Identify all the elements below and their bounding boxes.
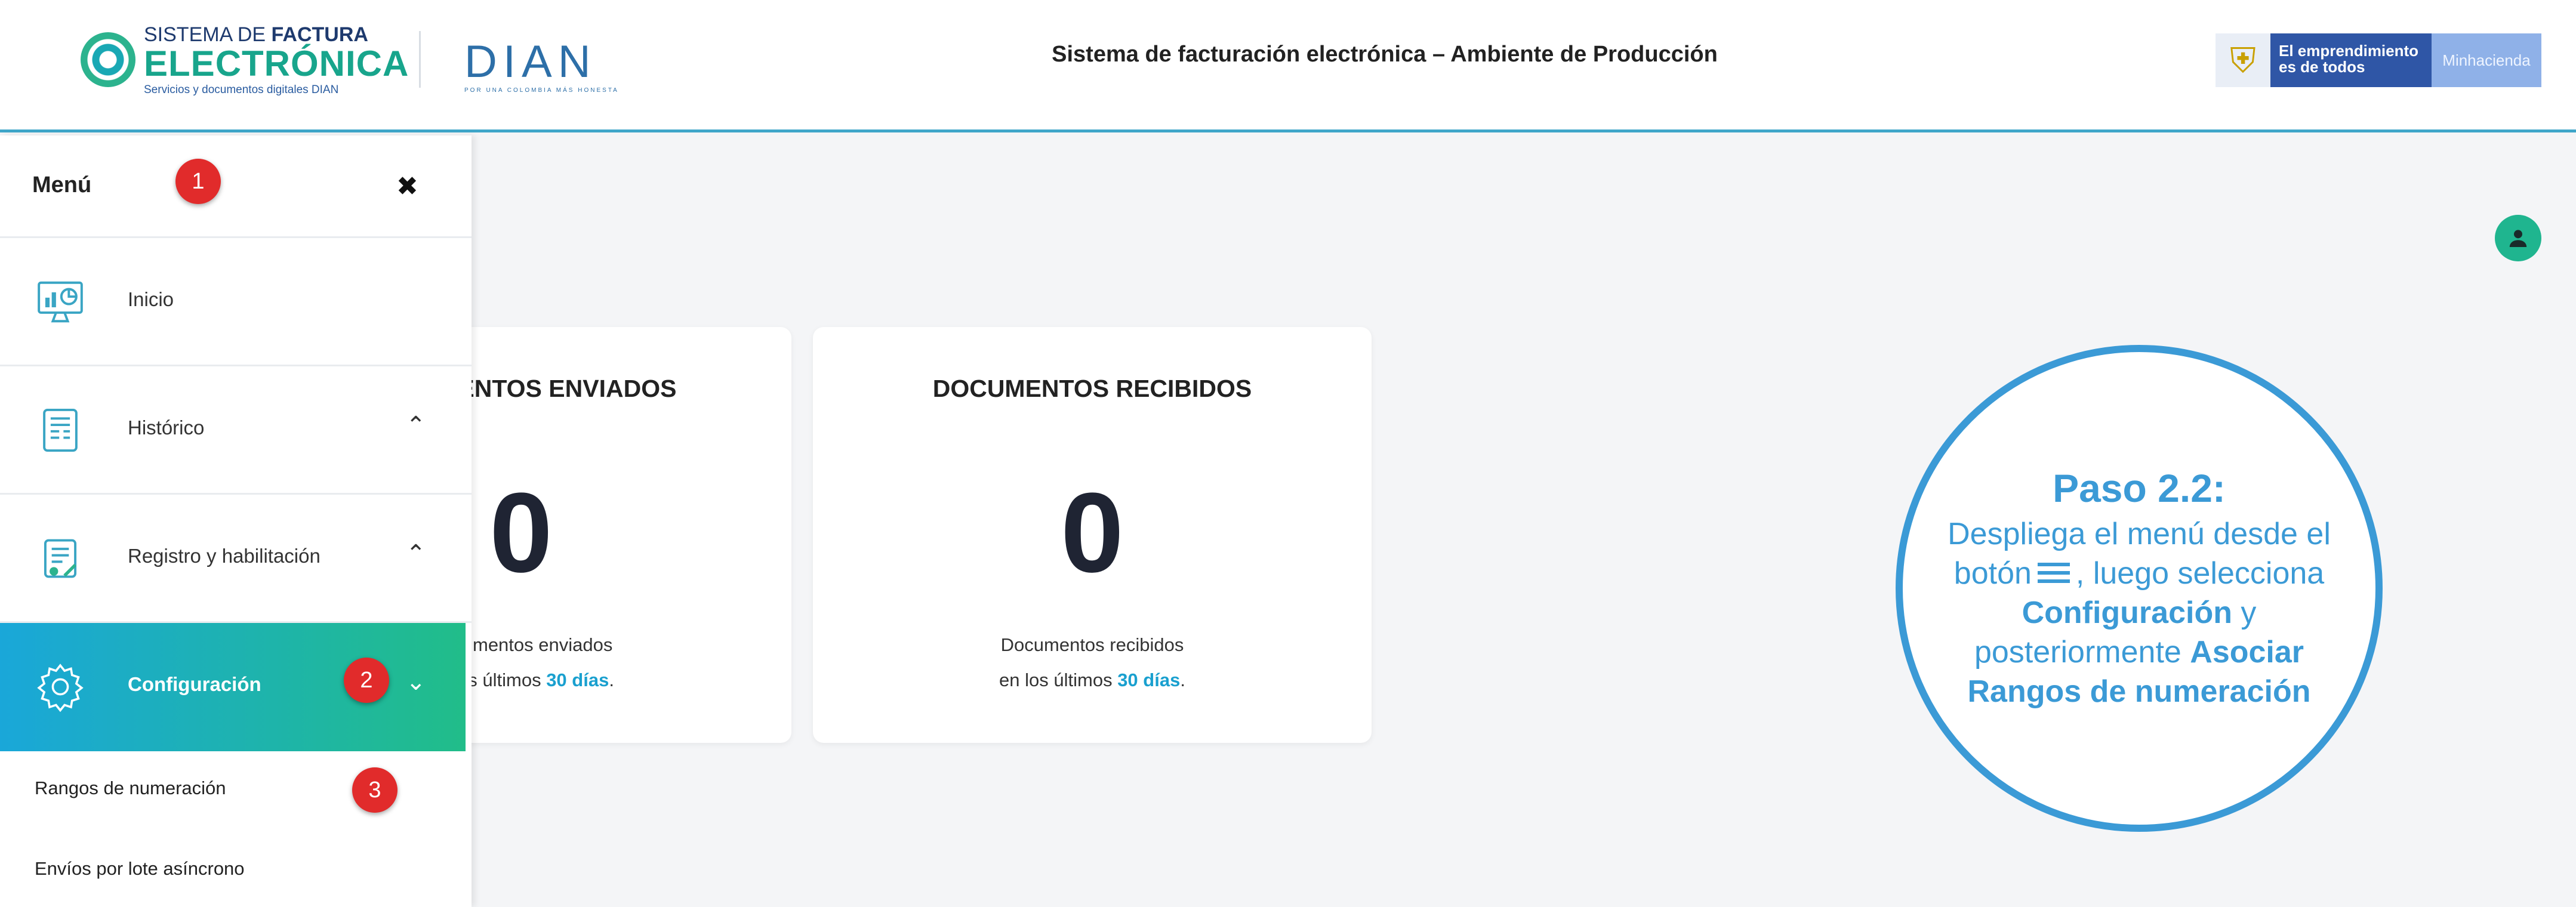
menu-title: Menú <box>32 172 92 198</box>
logo-line1-b: FACTURA <box>271 23 368 46</box>
sidebar-menu: Menú ✖ Inicio Histórico ⌃ Registro y hab… <box>0 135 472 907</box>
card-caption-days: 30 días <box>1117 670 1181 690</box>
logo-line1-a: SISTEMA DE <box>144 23 272 46</box>
sidebar-item-historico[interactable]: Histórico ⌃ <box>0 366 472 495</box>
sidebar-item-label: Configuración <box>128 673 261 695</box>
sidebar-item-label: Registro y habilitación <box>128 545 321 567</box>
card-caption-suffix: . <box>1180 670 1185 690</box>
menu-header: Menú ✖ <box>0 135 472 238</box>
top-header: SISTEMA DE FACTURA ELECTRÓNICA Servicios… <box>0 0 2576 132</box>
card-count: 0 <box>1061 470 1124 596</box>
dian-logo[interactable]: DIAN POR UNA COLOMBIA MÁS HONESTA <box>464 39 619 94</box>
hamburger-icon <box>2037 562 2070 583</box>
colombia-shield-icon: ⛨ <box>2216 33 2270 87</box>
document-list-icon <box>43 408 78 452</box>
chevron-up-icon: ⌃ <box>406 540 426 567</box>
dashboard-icon <box>38 281 83 323</box>
card-caption-prefix: en los últimos <box>999 670 1118 690</box>
sidebar-item-configuracion[interactable]: Configuración ⌄ <box>0 623 466 751</box>
card-caption-suffix: . <box>609 670 614 690</box>
sistema-factura-electronica-logo[interactable]: SISTEMA DE FACTURA ELECTRÓNICA Servicios… <box>81 24 409 96</box>
card-title: DOCUMENTOS RECIBIDOS <box>932 375 1252 402</box>
sidebar-item-registro-habilitacion[interactable]: Registro y habilitación ⌃ <box>0 495 472 623</box>
fingerprint-logo-icon <box>81 32 135 87</box>
header-divider <box>419 31 421 88</box>
instruction-callout: Paso 2.2: Despliega el menú desde el bot… <box>1896 345 2383 832</box>
user-icon <box>2509 230 2527 247</box>
registration-icon <box>44 539 77 578</box>
brand-line2: es de todos <box>2279 58 2365 76</box>
sidebar-item-inicio[interactable]: Inicio <box>0 238 472 366</box>
dian-wordmark: DIAN <box>464 36 597 87</box>
sidebar-item-label: Histórico <box>128 417 205 439</box>
chevron-down-icon: ⌄ <box>406 668 426 696</box>
gear-icon <box>37 664 84 712</box>
minhacienda-brand: ⛨ El emprendimiento es de todos Minhacie… <box>2216 33 2541 87</box>
submenu-item-rangos-numeracion[interactable]: Rangos de numeración <box>35 778 226 799</box>
callout-bold1: Configuración <box>2022 595 2232 630</box>
step-badge-2: 2 <box>344 658 389 703</box>
sidebar-item-label: Inicio <box>128 288 174 310</box>
user-profile-button[interactable] <box>2495 215 2541 261</box>
chevron-up-icon: ⌃ <box>406 412 426 439</box>
brand-ministry: Minhacienda <box>2432 33 2541 87</box>
card-documentos-recibidos: DOCUMENTOS RECIBIDOS 0 Documentos recibi… <box>813 327 1372 743</box>
card-caption-days: 30 días <box>546 670 609 690</box>
callout-text2: , luego selecciona <box>2075 556 2325 591</box>
callout-heading: Paso 2.2: <box>2053 465 2226 510</box>
step-badge-3: 3 <box>352 767 398 813</box>
step-badge-1: 1 <box>175 159 221 204</box>
logo-line2: ELECTRÓNICA <box>144 43 409 84</box>
logo-line3: Servicios y documentos digitales DIAN <box>144 83 339 96</box>
brand-line1: El emprendimiento <box>2279 42 2419 60</box>
page-title: Sistema de facturación electrónica – Amb… <box>1052 42 1718 67</box>
card-caption: Documentos recibidos <box>1000 634 1184 655</box>
submenu-item-envios-lote[interactable]: Envíos por lote asíncrono <box>35 858 245 880</box>
close-icon[interactable]: ✖ <box>396 171 418 202</box>
dian-tagline: POR UNA COLOMBIA MÁS HONESTA <box>464 87 619 94</box>
